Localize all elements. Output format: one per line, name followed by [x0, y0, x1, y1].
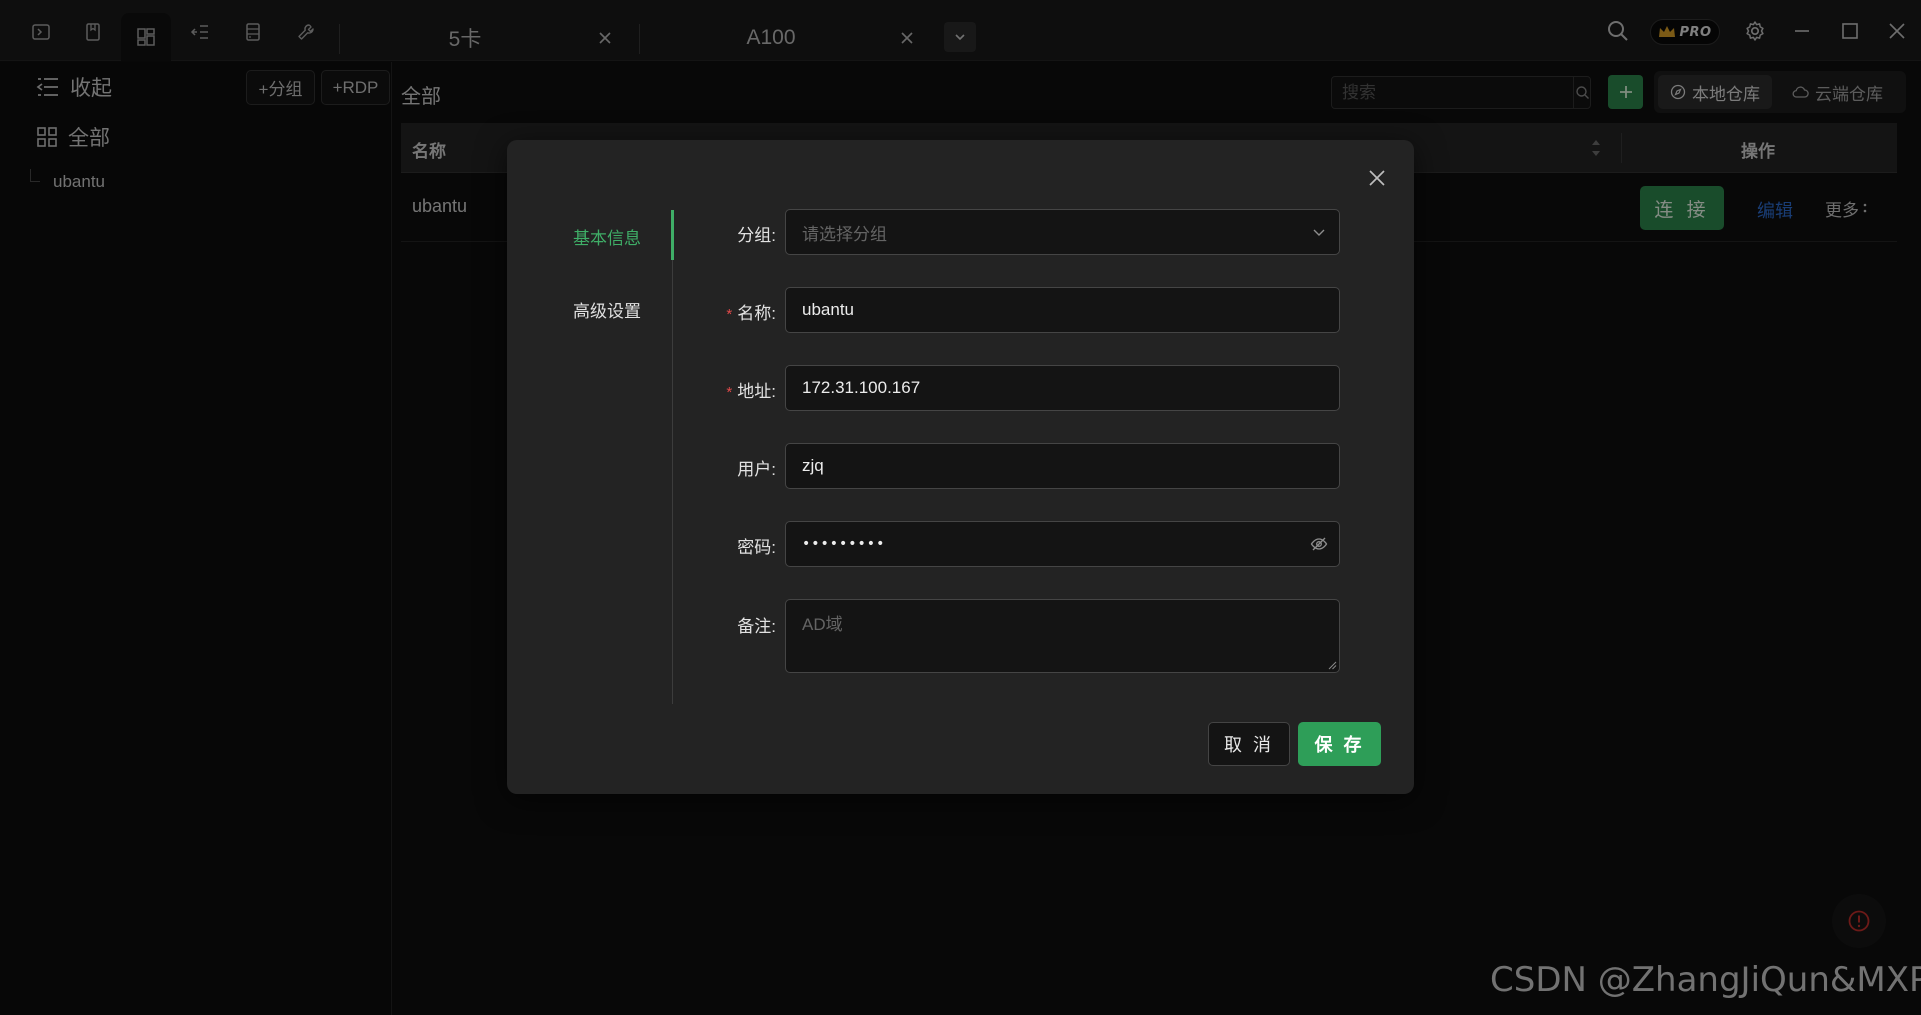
- note-placeholder: AD域: [802, 615, 843, 634]
- password-label: 密码:: [706, 533, 776, 558]
- note-textarea[interactable]: AD域: [785, 599, 1340, 673]
- group-select[interactable]: 请选择分组: [785, 209, 1340, 255]
- address-label: * 地址:: [706, 377, 776, 402]
- group-label-text: 分组:: [737, 226, 776, 245]
- user-value: zjq: [802, 456, 824, 475]
- group-placeholder: 请选择分组: [802, 224, 887, 244]
- address-field[interactable]: 172.31.100.167: [785, 365, 1340, 411]
- tab-basic-info[interactable]: 基本信息: [573, 224, 641, 249]
- name-label-text: 名称:: [737, 304, 776, 323]
- name-field[interactable]: ubantu: [785, 287, 1340, 333]
- resize-handle-icon[interactable]: [1328, 661, 1337, 670]
- note-label: 备注:: [706, 612, 776, 637]
- group-label: 分组:: [706, 221, 776, 246]
- user-label-text: 用户:: [737, 460, 776, 479]
- tab-divider: [672, 210, 673, 704]
- dialog-close-icon[interactable]: [1362, 163, 1392, 193]
- required-mark: *: [726, 306, 733, 323]
- password-field[interactable]: •••••••••: [785, 521, 1340, 567]
- chevron-down-icon: [1299, 225, 1339, 239]
- password-label-text: 密码:: [737, 538, 776, 557]
- address-value: 172.31.100.167: [802, 378, 921, 397]
- required-mark: *: [726, 384, 733, 401]
- user-field[interactable]: zjq: [785, 443, 1340, 489]
- eye-off-icon[interactable]: [1299, 535, 1339, 553]
- note-label-text: 备注:: [737, 617, 776, 636]
- password-value: •••••••••: [802, 536, 886, 552]
- name-value: ubantu: [802, 300, 854, 319]
- name-label: * 名称:: [706, 299, 776, 324]
- cancel-button[interactable]: 取 消: [1208, 722, 1290, 766]
- tab-advanced-settings[interactable]: 高级设置: [573, 297, 641, 322]
- user-label: 用户:: [706, 455, 776, 480]
- save-button[interactable]: 保 存: [1298, 722, 1381, 766]
- active-tab-indicator: [671, 210, 674, 260]
- address-label-text: 地址:: [737, 382, 776, 401]
